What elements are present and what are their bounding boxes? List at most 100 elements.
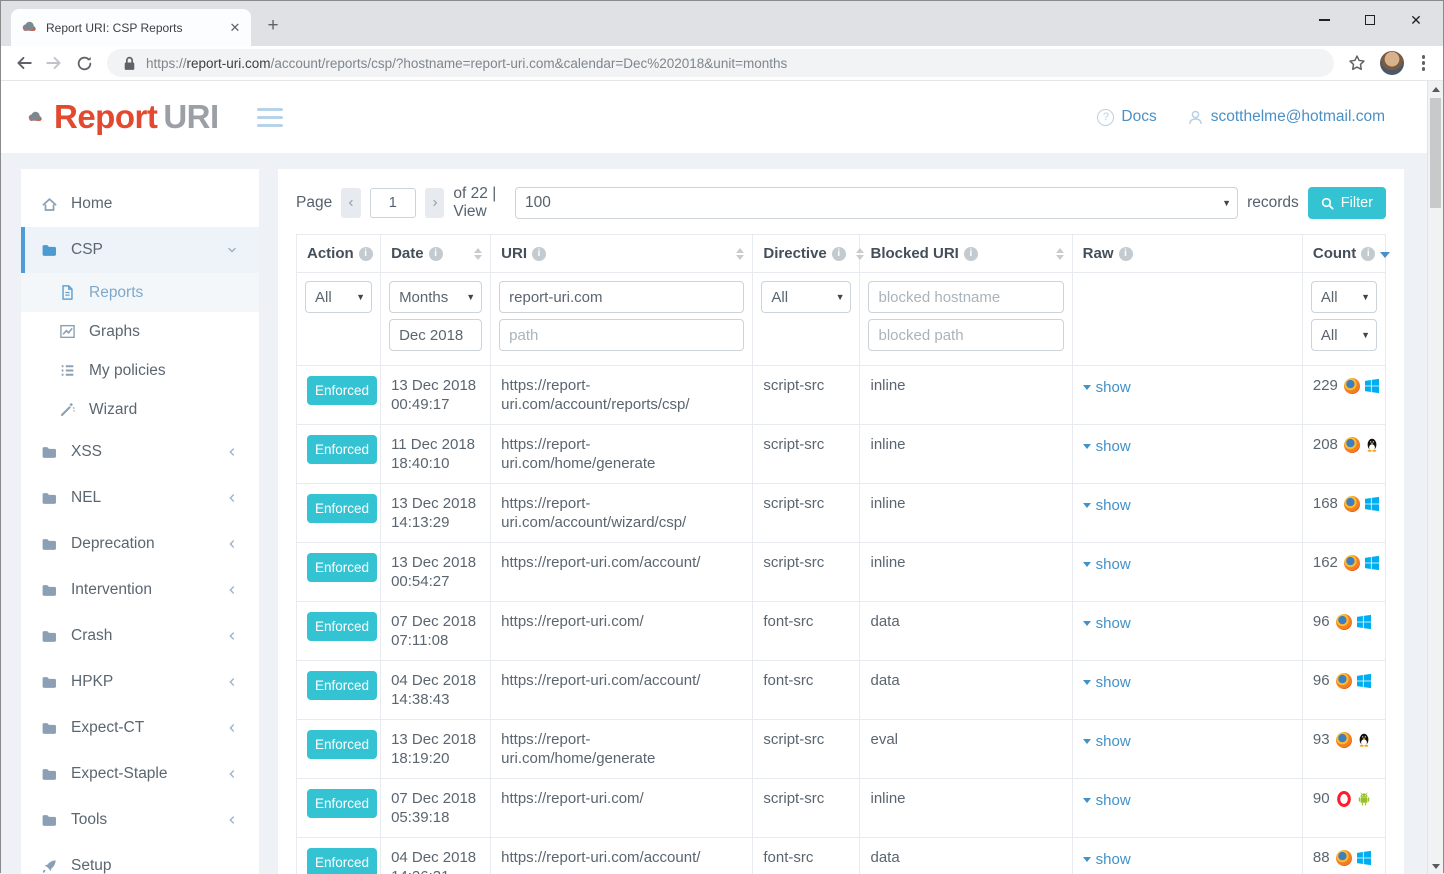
- window-minimize-button[interactable]: [1301, 3, 1347, 37]
- docs-link[interactable]: ? Docs: [1097, 108, 1156, 126]
- sidebar-item-expect-staple[interactable]: Expect-Staple: [21, 751, 259, 797]
- docs-label: Docs: [1121, 108, 1156, 126]
- show-raw-link[interactable]: show: [1083, 732, 1131, 751]
- info-icon[interactable]: i: [359, 247, 373, 261]
- bookmark-button[interactable]: [1342, 49, 1372, 77]
- column-header-blocked-uri[interactable]: Blocked URIi: [860, 235, 1072, 273]
- show-raw-link[interactable]: show: [1083, 437, 1131, 456]
- info-icon[interactable]: i: [964, 247, 978, 261]
- sidebar-item-wizard[interactable]: Wizard: [21, 390, 259, 429]
- blocked-path-filter-input[interactable]: [868, 319, 1063, 351]
- column-header-directive[interactable]: Directivei: [753, 235, 860, 273]
- sort-desc-icon[interactable]: [1380, 252, 1390, 258]
- main-panel: Page of 22 | View 100 ▼ rec: [278, 169, 1404, 874]
- browser-tab[interactable]: Report URI: CSP Reports ✕: [11, 9, 251, 46]
- sidebar-item-hpkp[interactable]: HPKP: [21, 659, 259, 705]
- action-filter-select[interactable]: All▼: [305, 281, 372, 313]
- blocked-uri-cell: inline: [860, 425, 1072, 484]
- forward-button[interactable]: [39, 49, 69, 77]
- page-label: Page: [296, 194, 332, 212]
- sidebar-item-home[interactable]: Home: [21, 181, 259, 227]
- sidebar-item-deprecation[interactable]: Deprecation: [21, 521, 259, 567]
- sidebar-item-xss[interactable]: XSS: [21, 429, 259, 475]
- count-filter-select-2[interactable]: All▼: [1311, 319, 1377, 351]
- dropdown-arrow-icon: ▼: [1361, 292, 1370, 302]
- column-header-uri[interactable]: URI i: [491, 235, 753, 273]
- sort-icon[interactable]: [736, 248, 744, 260]
- tab-close-icon[interactable]: ✕: [227, 20, 243, 36]
- page-number-input[interactable]: [370, 188, 416, 218]
- sidebar-item-label: Crash: [71, 627, 112, 645]
- records-per-page-select[interactable]: 100 ▼: [515, 187, 1238, 219]
- info-icon[interactable]: i: [1119, 247, 1133, 261]
- date-unit-select[interactable]: Months▼: [389, 281, 482, 313]
- url-text: https://report-uri.com/account/reports/c…: [146, 56, 787, 71]
- window-close-button[interactable]: ✕: [1393, 3, 1439, 37]
- sidebar-item-csp[interactable]: CSP: [21, 227, 259, 273]
- show-raw-link[interactable]: show: [1083, 850, 1131, 869]
- next-page-button[interactable]: [425, 188, 445, 218]
- window-maximize-button[interactable]: [1347, 3, 1393, 37]
- show-raw-link[interactable]: show: [1083, 555, 1131, 574]
- browser-menu-button[interactable]: [1412, 55, 1436, 71]
- column-header-date[interactable]: Datei: [381, 235, 491, 273]
- show-raw-link[interactable]: show: [1083, 791, 1131, 810]
- directive-cell: script-src: [753, 366, 860, 425]
- page-scrollbar[interactable]: [1427, 81, 1443, 874]
- back-button[interactable]: [9, 49, 39, 77]
- action-cell: Enforced: [297, 661, 381, 720]
- info-icon[interactable]: i: [832, 247, 846, 261]
- profile-avatar[interactable]: [1380, 51, 1404, 75]
- sidebar-item-tools[interactable]: Tools: [21, 797, 259, 843]
- sidebar-item-nel[interactable]: NEL: [21, 475, 259, 521]
- table-row: Enforced13 Dec 2018 00:49:17https://repo…: [297, 366, 1386, 425]
- sidebar-item-label: Home: [71, 195, 112, 213]
- show-raw-link[interactable]: show: [1083, 614, 1131, 633]
- show-raw-link[interactable]: show: [1083, 496, 1131, 515]
- action-badge: Enforced: [307, 553, 377, 582]
- url-bar[interactable]: https://report-uri.com/account/reports/c…: [107, 49, 1334, 77]
- show-raw-link[interactable]: show: [1083, 673, 1131, 692]
- column-header-count[interactable]: Counti: [1302, 235, 1385, 273]
- sidebar-item-my-policies[interactable]: My policies: [21, 351, 259, 390]
- filter-button[interactable]: Filter: [1308, 187, 1386, 219]
- date-filter-input[interactable]: [389, 319, 482, 351]
- column-label: URI: [501, 245, 527, 262]
- sidebar-item-reports[interactable]: Reports: [21, 273, 259, 312]
- sidebar-item-intervention[interactable]: Intervention: [21, 567, 259, 613]
- column-header-raw: Rawi: [1072, 235, 1302, 273]
- info-icon[interactable]: i: [532, 247, 546, 261]
- sidebar-item-setup[interactable]: Setup: [21, 843, 259, 874]
- uri-hostname-filter-input[interactable]: [499, 281, 744, 313]
- action-badge: Enforced: [307, 612, 377, 641]
- sort-icon[interactable]: [474, 248, 482, 260]
- scrollbar-down-button[interactable]: [1428, 858, 1443, 874]
- account-menu[interactable]: scotthelme@hotmail.com: [1187, 108, 1385, 126]
- info-icon[interactable]: i: [429, 247, 443, 261]
- reload-button[interactable]: [69, 49, 99, 77]
- reload-icon: [76, 55, 93, 72]
- uri-path-filter-input[interactable]: [499, 319, 744, 351]
- scrollbar-up-button[interactable]: [1428, 81, 1443, 97]
- new-tab-button[interactable]: +: [261, 14, 285, 38]
- show-raw-link[interactable]: show: [1083, 378, 1131, 397]
- count-filter-select-1[interactable]: All▼: [1311, 281, 1377, 313]
- page-of-label: of 22 | View: [453, 185, 506, 221]
- android-icon: [1356, 791, 1372, 807]
- report-uri-logo[interactable]: ReportURI: [27, 98, 219, 136]
- sidebar-item-crash[interactable]: Crash: [21, 613, 259, 659]
- sort-icon[interactable]: [856, 248, 864, 260]
- sidebar-item-expect-ct[interactable]: Expect-CT: [21, 705, 259, 751]
- sort-icon[interactable]: [1056, 248, 1064, 260]
- action-badge: Enforced: [307, 730, 377, 759]
- info-icon[interactable]: i: [1361, 247, 1375, 261]
- sidebar-item-graphs[interactable]: Graphs: [21, 312, 259, 351]
- raw-cell: show: [1072, 838, 1302, 874]
- prev-page-button[interactable]: [341, 188, 361, 218]
- sidebar-item-label: Wizard: [89, 401, 137, 419]
- blocked-hostname-filter-input[interactable]: [868, 281, 1063, 313]
- hamburger-menu-icon[interactable]: [257, 108, 283, 127]
- directive-filter-select[interactable]: All▼: [761, 281, 851, 313]
- column-header-action: Actioni: [297, 235, 381, 273]
- scrollbar-thumb[interactable]: [1430, 98, 1441, 208]
